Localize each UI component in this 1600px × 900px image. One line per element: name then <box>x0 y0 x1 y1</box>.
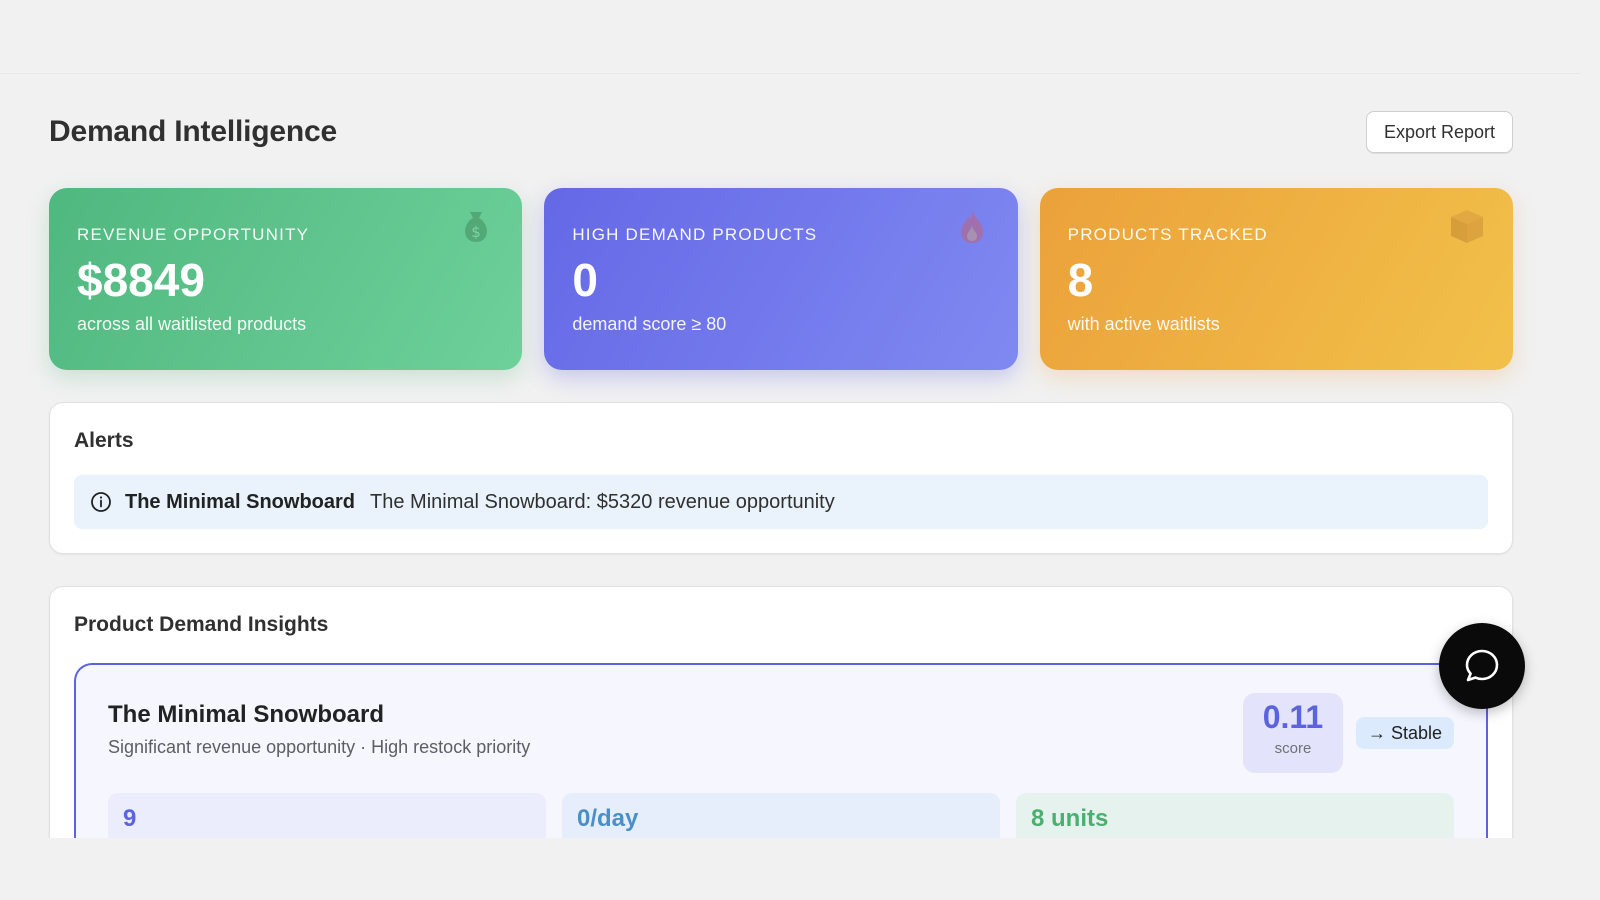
chat-button[interactable] <box>1439 623 1525 709</box>
demand-score-box: 0.11 score <box>1242 693 1343 773</box>
stat-value: $8849 <box>77 254 205 306</box>
viewport-bottom <box>0 838 1600 900</box>
stat-card-products-tracked: PRODUCTS TRACKED 8 with active waitlists <box>1039 188 1513 370</box>
product-demand-insights-card: Product Demand Insights The Minimal Snow… <box>49 586 1513 846</box>
stat-value: 0 <box>572 254 598 306</box>
alerts-card: Alerts The Minimal Snowboard The Minimal… <box>49 402 1513 554</box>
page-content: Demand Intelligence Export Report REVENU… <box>49 110 1513 846</box>
package-icon <box>1450 210 1483 243</box>
score-area: 0.11 score → Stable <box>1242 693 1454 773</box>
alert-item[interactable]: The Minimal Snowboard The Minimal Snowbo… <box>74 475 1488 529</box>
stat-label: REVENUE OPPORTUNITY <box>77 225 310 244</box>
product-header: The Minimal Snowboard Significant revenu… <box>108 693 1454 773</box>
score-label: score <box>1274 740 1312 757</box>
export-report-button[interactable]: Export Report <box>1365 111 1513 153</box>
alert-message: The Minimal Snowboard: $5320 revenue opp… <box>370 490 835 513</box>
stat-card-high-demand: HIGH DEMAND PRODUCTS 0 demand score ≥ 80 <box>544 188 1018 370</box>
info-icon <box>91 492 111 512</box>
alerts-title: Alerts <box>74 429 134 452</box>
stat-subtitle: across all waitlisted products <box>77 313 307 334</box>
stat-subtitle: with active waitlists <box>1067 313 1220 334</box>
stat-label: HIGH DEMAND PRODUCTS <box>572 225 818 244</box>
stat-label: PRODUCTS TRACKED <box>1067 225 1268 244</box>
money-bag-icon: $ <box>465 212 488 242</box>
chat-bubble-icon <box>1465 649 1499 682</box>
product-name: The Minimal Snowboard <box>108 701 385 728</box>
stat-value: 8 <box>1067 254 1094 306</box>
stats-row: REVENUE OPPORTUNITY $8849 across all wai… <box>49 188 1513 370</box>
score-value: 0.11 <box>1262 699 1324 735</box>
top-bar <box>0 0 1580 74</box>
product-info: The Minimal Snowboard Significant revenu… <box>108 701 530 773</box>
product-description: Significant revenue opportunity · High r… <box>108 737 531 757</box>
trend-badge: → Stable <box>1355 717 1454 749</box>
svg-text:$: $ <box>472 223 482 241</box>
page-header: Demand Intelligence Export Report <box>49 110 1513 154</box>
alert-product-name: The Minimal Snowboard <box>125 490 356 513</box>
product-insight-card[interactable]: The Minimal Snowboard Significant revenu… <box>74 663 1488 845</box>
fire-icon <box>960 210 983 243</box>
page-title: Demand Intelligence <box>49 115 337 148</box>
stat-card-revenue-opportunity: REVENUE OPPORTUNITY $8849 across all wai… <box>49 188 523 370</box>
insights-title: Product Demand Insights <box>74 613 329 636</box>
stat-subtitle: demand score ≥ 80 <box>572 313 727 334</box>
